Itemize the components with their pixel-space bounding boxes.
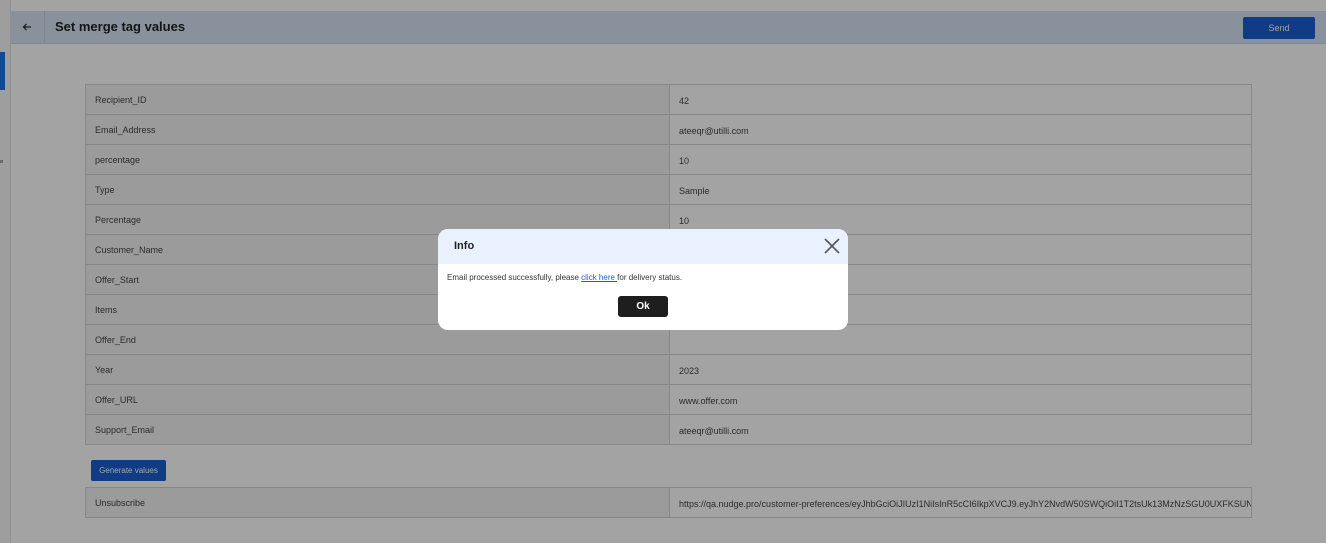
- dialog-message: Email processed successfully, please cli…: [447, 273, 682, 282]
- dialog-message-text: Email processed successfully, please: [447, 273, 582, 282]
- dialog-title: Info: [454, 240, 475, 252]
- ok-button[interactable]: Ok: [618, 296, 668, 317]
- info-dialog: Info Email processed successfully, pleas…: [438, 229, 848, 330]
- dialog-header: Info: [438, 229, 848, 264]
- delivery-status-link[interactable]: click here: [581, 273, 617, 282]
- dialog-message-suffix: for delivery status.: [617, 273, 683, 282]
- close-icon[interactable]: [822, 236, 842, 256]
